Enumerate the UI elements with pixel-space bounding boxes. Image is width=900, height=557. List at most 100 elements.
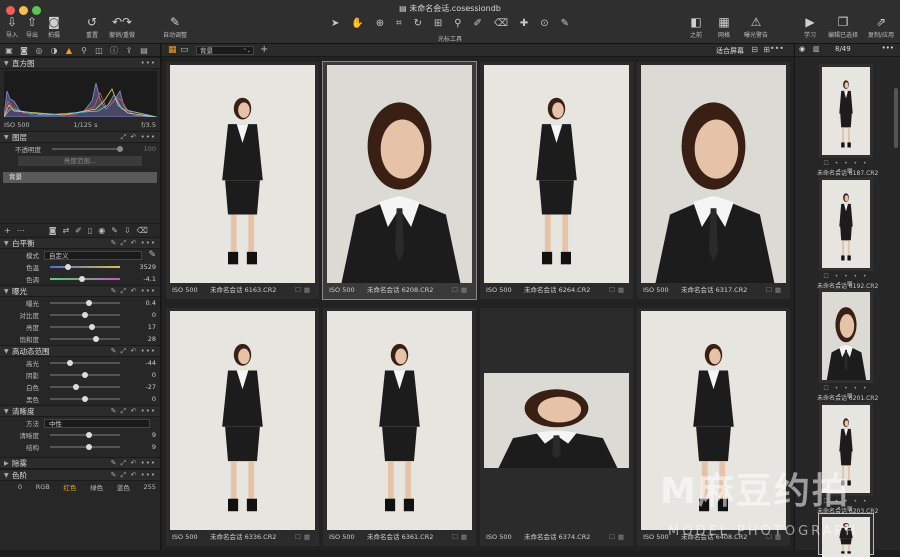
capture-tab-icon[interactable]: ◙ [18, 46, 30, 55]
library-tab-icon[interactable]: ▣ [3, 46, 15, 55]
filmstrip-item[interactable]: ☐ • • • • • ▦ 未命名会话 6192.CR2 [817, 177, 878, 290]
delete-layer-icon[interactable]: ⌫ [137, 226, 148, 235]
histogram-section-header[interactable]: ▼ 直方图 ••• [0, 57, 160, 69]
exposure-section-header[interactable]: ▼ 曝光 ✎ ⤢ ↶ ••• [0, 285, 160, 297]
filmstrip-thumbnail[interactable] [822, 405, 870, 493]
filmstrip-thumbnail[interactable] [822, 67, 870, 155]
thumbnail-image[interactable] [484, 65, 629, 283]
add-filter-icon[interactable]: + [260, 44, 268, 55]
thumbnail-image[interactable] [170, 65, 315, 283]
hdr-slider-knob[interactable] [72, 384, 79, 390]
annotate-icon[interactable]: ✎ [561, 18, 569, 29]
thumbnail-badge-icons[interactable]: ☐▦ [452, 286, 470, 295]
details-tab-icon[interactable]: ⚲ [78, 46, 90, 55]
rotate-icon[interactable]: ↻ [414, 18, 422, 29]
hdr-slider-knob[interactable] [66, 360, 73, 366]
hdr-slider[interactable] [50, 384, 120, 390]
more-icon[interactable]: ••• [882, 44, 894, 52]
hdr-section-header[interactable]: ▼ 高动态范围 ✎ ⤢ ↶ ••• [0, 345, 160, 357]
filmstrip-item[interactable]: ☐ • • • • • ▦ 未命名会话 6203.CR2 [817, 402, 878, 515]
color-tab-icon[interactable]: ◑ [48, 46, 60, 55]
auto-adjust-button[interactable]: ✎ 自动调整 [157, 15, 193, 39]
thumbnail-image[interactable] [641, 311, 786, 530]
filmstrip-item[interactable] [818, 513, 874, 557]
thumbnail-badge-icons[interactable]: ☐▦ [609, 286, 627, 295]
mask-icon[interactable]: ◙ [49, 226, 57, 235]
clarity-slider-knob[interactable] [85, 432, 92, 438]
brush-icon[interactable]: ✐ [474, 18, 482, 29]
wb-mode-select[interactable]: 自定义 [44, 250, 143, 260]
eyedropper-icon[interactable]: ✎ [148, 250, 156, 260]
exposure-slider[interactable] [50, 324, 120, 330]
exposure-tab-icon[interactable]: ▲ [63, 46, 75, 55]
thumbnail-image[interactable] [327, 311, 472, 530]
tint-knob[interactable] [79, 276, 86, 282]
keystone-icon[interactable]: ⊞ [434, 18, 442, 29]
thumbnail-image[interactable] [484, 373, 629, 468]
capture-button[interactable]: ◙ 拍摄 [36, 15, 72, 39]
exposure-slider-knob[interactable] [85, 300, 92, 306]
hdr-slider[interactable] [50, 372, 120, 378]
gradient-icon[interactable]: ▯ [88, 226, 92, 235]
section-tools-icon[interactable]: ✎ ⤢ ↶ ••• [111, 239, 156, 248]
filmstrip-thumbnail[interactable] [822, 517, 870, 557]
undo-redo-button[interactable]: ↶↷ 撤销/重做 [104, 15, 140, 39]
section-tools-icon[interactable]: ✎ ⤢ ↶ ••• [111, 287, 156, 296]
add-layer-icon[interactable]: + [4, 226, 11, 235]
white-balance-section-header[interactable]: ▼ 白平衡 ✎ ⤢ ↶ ••• [0, 237, 160, 249]
radial-icon[interactable]: ◉ [98, 226, 105, 235]
pan-hand-icon[interactable]: ✋ [351, 18, 363, 29]
tint-slider[interactable] [50, 276, 120, 282]
view-icon[interactable]: ◉ [799, 45, 805, 53]
crop-icon[interactable]: ⌗ [396, 18, 402, 29]
filmstrip-scrollbar[interactable] [894, 88, 898, 148]
single-view-icon[interactable]: ▭ [180, 45, 189, 55]
select-cursor-icon[interactable]: ➤ [331, 18, 339, 29]
grid-view-icon[interactable]: ▦ [168, 45, 177, 55]
grid-button[interactable]: ▦ 网格 [706, 15, 742, 39]
clarity-slider[interactable] [50, 432, 120, 438]
opacity-slider[interactable] [52, 146, 123, 152]
batch-tab-icon[interactable]: ▤ [138, 46, 150, 55]
hdr-slider-knob[interactable] [82, 396, 88, 402]
hdr-slider[interactable] [50, 360, 120, 366]
levels-tab-red[interactable]: 红色 [63, 482, 76, 492]
thumbnail-badge-icons[interactable]: ☐▦ [609, 533, 627, 542]
dehaze-section-header[interactable]: ▶ 除雾 ✎ ⤢ ↶ ••• [0, 457, 160, 469]
filter-select[interactable]: 背景 ⌃⌄ [196, 46, 254, 55]
section-tools-icon[interactable]: ⤢ ↶ ••• [121, 133, 156, 142]
filmstrip-item[interactable]: ☐ • • • • • ▦ 未命名会话 6201.CR2 [817, 289, 878, 402]
exposure-slider-knob[interactable] [82, 312, 88, 318]
lens-tab-icon[interactable]: ◎ [33, 46, 45, 55]
hdr-slider[interactable] [50, 396, 120, 402]
filmstrip-thumbnail[interactable] [822, 292, 870, 380]
thumbnail-badge-icons[interactable]: ☐▦ [295, 533, 313, 542]
thumbnail-image[interactable] [170, 311, 315, 530]
filmstrip-item[interactable]: ☐ • • • • • ▦ 未命名会话 6187.CR2 [817, 64, 878, 177]
picker-icon[interactable]: ⚲ [454, 18, 461, 29]
exposure-slider[interactable] [50, 336, 120, 342]
zoom-out-icon[interactable]: ⊟ [751, 45, 758, 54]
clone-icon[interactable]: ⊙ [540, 18, 548, 29]
eraser-icon[interactable]: ⌫ [494, 18, 508, 29]
thumbnail-image[interactable] [641, 65, 786, 283]
magic-brush-icon[interactable]: ✎ [111, 226, 118, 235]
edit-selected-button[interactable]: ❐ 编辑已选择 [823, 15, 863, 39]
section-tools-icon[interactable]: ✎ ⤢ ↶ ••• [111, 471, 156, 480]
levels-section-header[interactable]: ▼ 色阶 ✎ ⤢ ↶ ••• [0, 469, 160, 481]
exposure-slider-knob[interactable] [89, 324, 95, 330]
filmstrip-thumbnail[interactable] [822, 180, 870, 268]
exposure-slider[interactable] [50, 312, 120, 318]
output-tab-icon[interactable]: ⇪ [123, 46, 135, 55]
section-tools-icon[interactable]: ✎ ⤢ ↶ ••• [111, 407, 156, 416]
levels-tab-blue[interactable]: 蓝色 [117, 482, 130, 492]
temperature-slider[interactable] [50, 264, 120, 270]
exposure-slider-knob[interactable] [92, 336, 99, 342]
section-tools-icon[interactable]: ✎ ⤢ ↶ ••• [111, 347, 156, 356]
local-adjust-tab-icon[interactable]: ◫ [93, 46, 105, 55]
thumbnail-badge-icons[interactable]: ☐▦ [766, 286, 784, 295]
export-layer-icon[interactable]: ⇩ [124, 226, 131, 235]
thumbnail-badge-icons[interactable]: ☐▦ [295, 286, 313, 295]
opacity-knob[interactable] [117, 146, 123, 152]
brush-tool-icon[interactable]: ✐ [75, 226, 82, 235]
